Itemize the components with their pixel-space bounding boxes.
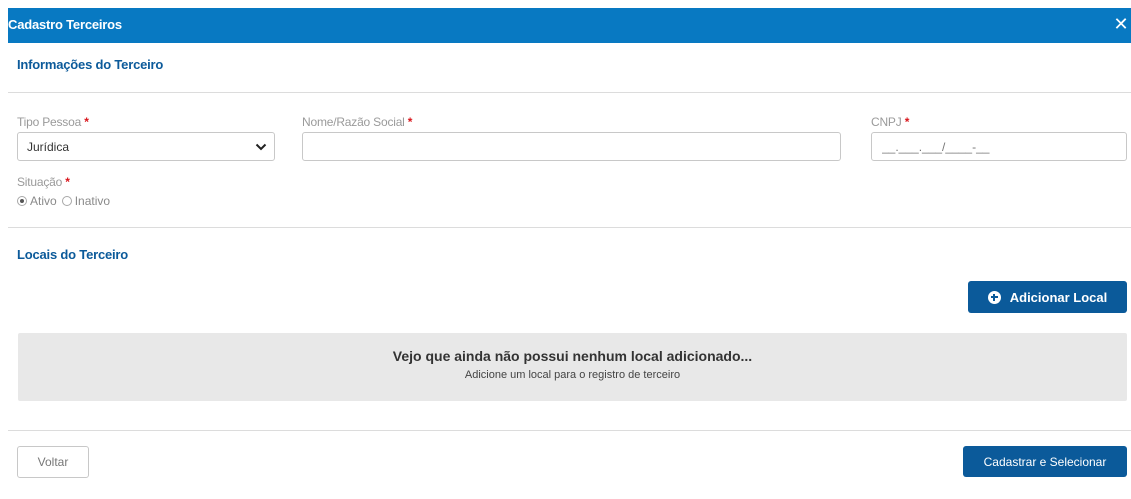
close-icon[interactable]: ✕ <box>1113 14 1129 34</box>
tipo-pessoa-select[interactable]: Jurídica <box>17 132 275 161</box>
tipo-pessoa-selected-value: Jurídica <box>27 140 70 154</box>
tipo-pessoa-label-text: Tipo Pessoa <box>17 115 82 129</box>
nome-label: Nome/Razão Social * <box>302 115 413 129</box>
chevron-down-icon <box>255 143 267 151</box>
nome-label-text: Nome/Razão Social <box>302 115 405 129</box>
empty-state-title: Vejo que ainda não possui nenhum local a… <box>392 348 753 364</box>
cnpj-label: CNPJ * <box>871 115 909 129</box>
empty-state-subtitle: Adicione um local para o registro de ter… <box>464 369 681 381</box>
adicionar-local-button[interactable]: Adicionar Local <box>968 281 1127 313</box>
required-mark: * <box>407 115 413 129</box>
divider <box>8 430 1131 431</box>
required-mark: * <box>84 115 89 129</box>
radio-inativo-label[interactable]: Inativo <box>75 194 110 208</box>
voltar-button[interactable]: Voltar <box>17 446 89 478</box>
section-title-info: Informações do Terceiro <box>17 57 164 72</box>
divider <box>8 92 1131 93</box>
empty-locais-panel: Vejo que ainda não possui nenhum local a… <box>18 333 1127 401</box>
section-title-locais: Locais do Terceiro <box>17 247 129 262</box>
modal-header: Cadastro Terceiros ✕ <box>8 8 1131 43</box>
cnpj-input[interactable] <box>871 132 1127 161</box>
required-mark: * <box>904 115 910 129</box>
situacao-label: Situação * <box>17 175 70 189</box>
cadastrar-e-selecionar-button[interactable]: Cadastrar e Selecionar <box>963 446 1127 477</box>
nome-razao-social-input[interactable] <box>302 132 841 161</box>
required-mark: * <box>65 175 70 189</box>
modal-title: Cadastro Terceiros <box>8 17 122 32</box>
cadastro-terceiros-modal: Cadastro Terceiros ✕ Informações do Terc… <box>0 0 1131 499</box>
adicionar-local-label: Adicionar Local <box>1009 289 1108 305</box>
situacao-radio-group: Ativo Inativo <box>17 193 115 209</box>
tipo-pessoa-label: Tipo Pessoa * <box>17 115 89 129</box>
divider <box>8 227 1131 228</box>
situacao-label-text: Situação <box>17 175 63 189</box>
cnpj-label-text: CNPJ <box>871 115 902 129</box>
radio-ativo[interactable] <box>17 196 27 206</box>
plus-circle-icon <box>987 290 1001 304</box>
radio-inativo[interactable] <box>61 196 72 206</box>
radio-ativo-label[interactable]: Ativo <box>30 194 57 208</box>
